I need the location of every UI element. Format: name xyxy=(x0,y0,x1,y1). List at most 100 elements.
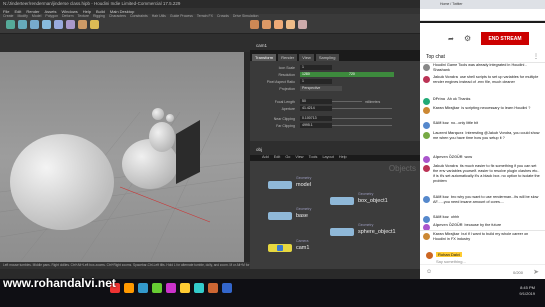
chat-author[interactable]: SAM koz xyxy=(433,121,449,125)
node-type: Geometry xyxy=(296,176,312,180)
shelf-tab[interactable]: Polygon xyxy=(45,14,58,19)
app-icon[interactable] xyxy=(138,283,148,293)
shelf-tab[interactable]: Create xyxy=(3,14,14,19)
shelf-tab[interactable]: Rigging xyxy=(93,14,105,19)
menu-help[interactable]: Help xyxy=(83,9,91,14)
param-field[interactable]: 1 xyxy=(300,65,332,70)
tab-transform[interactable]: Transform xyxy=(252,54,277,61)
avatar xyxy=(423,132,430,139)
projection-dropdown[interactable]: Perspective xyxy=(300,86,342,91)
box-tool-icon[interactable] xyxy=(6,20,15,29)
node-label[interactable]: model xyxy=(296,182,311,188)
node-label[interactable]: cam1 xyxy=(296,245,309,251)
app-icon[interactable] xyxy=(208,283,218,293)
menu-render[interactable]: Render xyxy=(26,9,39,14)
tube-tool-icon[interactable] xyxy=(30,20,39,29)
app-icon[interactable] xyxy=(194,283,204,293)
param-slider[interactable] xyxy=(332,101,362,102)
chat-mode-select[interactable]: Top chat xyxy=(426,54,445,60)
torus-tool-icon[interactable] xyxy=(42,20,51,29)
spot-light-icon[interactable] xyxy=(262,20,271,29)
sphere-tool-icon[interactable] xyxy=(18,20,27,29)
browser-tab[interactable]: Home / Twitter xyxy=(440,2,463,6)
send-icon[interactable]: ➤ xyxy=(533,268,539,276)
param-slider[interactable] xyxy=(332,118,392,119)
chat-author[interactable]: DFrino xyxy=(433,97,445,101)
app-icon[interactable] xyxy=(180,283,190,293)
share-icon[interactable]: ➦ xyxy=(448,35,454,43)
node-label[interactable]: sphere_object1 xyxy=(358,229,396,235)
menu-build[interactable]: Build xyxy=(96,9,105,14)
shelf-tab[interactable]: Model xyxy=(32,14,42,19)
shelf-tab[interactable]: Deform xyxy=(62,14,73,19)
param-slider[interactable] xyxy=(332,108,392,109)
network-context-label: Objects xyxy=(388,164,416,173)
node-label[interactable]: base xyxy=(296,213,308,219)
shelf-tab[interactable]: Texture xyxy=(78,14,89,19)
param-field[interactable]: 1 xyxy=(300,79,332,84)
app-icon[interactable] xyxy=(152,283,162,293)
chat-author[interactable]: Jakub Vondra xyxy=(433,164,458,168)
shelf-tab[interactable]: Modify xyxy=(18,14,28,19)
app-icon[interactable] xyxy=(124,283,134,293)
node-sphere-object1[interactable] xyxy=(330,228,354,236)
chat-author[interactable]: Laurent Marquez xyxy=(433,131,463,135)
chat-author[interactable]: Jakub Vondra xyxy=(433,75,458,79)
node-base[interactable] xyxy=(268,212,292,220)
shelf-tab[interactable]: Hair Utils xyxy=(152,14,166,19)
param-tabs: Transform Render View Sampling xyxy=(252,54,420,61)
node-cam1[interactable] xyxy=(268,244,292,252)
focal-units[interactable]: millimeters xyxy=(365,100,380,104)
tab-view[interactable]: View xyxy=(299,54,314,61)
null-tool-icon[interactable] xyxy=(66,20,75,29)
address-bar[interactable] xyxy=(420,9,545,21)
node-type: Geometry xyxy=(358,223,374,227)
tab-sampling[interactable]: Sampling xyxy=(315,54,339,61)
shelf-tab[interactable]: Constraints xyxy=(130,14,148,19)
node-label[interactable]: box_object1 xyxy=(358,198,388,204)
menu-windows[interactable]: Windows xyxy=(62,9,78,14)
shelf-tab[interactable]: Guide Process xyxy=(170,14,193,19)
chat-author[interactable]: SAM koz xyxy=(433,195,449,199)
chat-author[interactable]: SAM koz xyxy=(433,215,449,219)
shelf-tab[interactable]: Terrain FX xyxy=(197,14,213,19)
resolution-y-field[interactable]: 720 xyxy=(347,72,394,77)
menu-file[interactable]: File xyxy=(3,9,9,14)
end-stream-button[interactable]: END STREAM xyxy=(481,32,529,45)
env-light-icon[interactable] xyxy=(298,20,307,29)
node-model[interactable] xyxy=(268,181,292,189)
area-light-icon[interactable] xyxy=(274,20,283,29)
chat-author[interactable]: Karan Mirajkar xyxy=(433,106,459,110)
grid-tool-icon[interactable] xyxy=(54,20,63,29)
param-slider[interactable] xyxy=(332,125,392,126)
shelf-tab[interactable]: Characters xyxy=(109,14,126,19)
camera-tool-icon[interactable] xyxy=(78,20,87,29)
chat-author[interactable]: Alpeven ÖZGÜR xyxy=(433,155,463,159)
parameter-pane-header: cam1 xyxy=(250,34,420,50)
scene-viewport[interactable] xyxy=(0,52,244,262)
menu-edit[interactable]: Edit xyxy=(14,9,21,14)
gear-icon[interactable]: ⚙ xyxy=(464,34,471,43)
shelf-tab[interactable]: Drive Simulation xyxy=(233,14,258,19)
shelf-tab[interactable]: Crowds xyxy=(217,14,229,19)
app-icon[interactable] xyxy=(166,283,176,293)
resolution-x-field[interactable]: 1280 xyxy=(300,72,347,77)
param-field[interactable]: 41.4214 xyxy=(300,106,332,111)
tab-render[interactable]: Render xyxy=(278,54,298,61)
param-field[interactable]: 50 xyxy=(300,99,332,104)
app-icon[interactable] xyxy=(222,283,232,293)
chat-author[interactable]: Alpeven ÖZGÜR xyxy=(433,223,463,227)
param-field[interactable]: 0.100713 xyxy=(300,116,332,121)
emoji-icon[interactable]: ☺ xyxy=(426,269,432,275)
light-tool-icon[interactable] xyxy=(90,20,99,29)
network-path[interactable]: obj xyxy=(256,147,262,152)
more-icon[interactable]: ⋮ xyxy=(533,53,539,60)
param-field[interactable]: 4995.1 xyxy=(300,123,332,128)
node-box-object1[interactable] xyxy=(330,197,354,205)
chat-author[interactable]: Karan Mirajkar xyxy=(433,232,459,236)
network-editor[interactable]: Objects Geometry model Geometry box_obje… xyxy=(250,161,420,269)
menu-assets[interactable]: Assets xyxy=(44,9,56,14)
desktop-select[interactable]: Main Desktop xyxy=(110,9,134,14)
point-light-icon[interactable] xyxy=(250,20,259,29)
sky-light-icon[interactable] xyxy=(286,20,295,29)
